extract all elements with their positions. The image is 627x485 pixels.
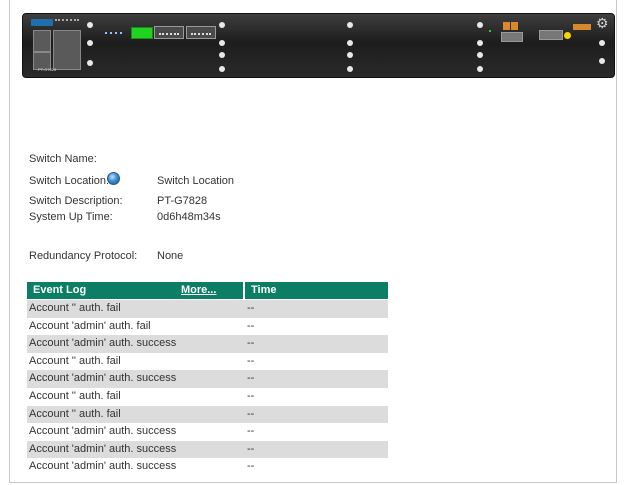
table-row: Account '' auth. fail --: [27, 388, 388, 406]
table-row: Account 'admin' auth. success --: [27, 440, 388, 459]
gear-icon[interactable]: ⚙: [596, 16, 609, 30]
switch-description-value: PT-G7828: [157, 195, 208, 207]
relay-connector: [539, 30, 563, 40]
time-cell: --: [247, 302, 255, 314]
model-label: PT-G7828: [38, 67, 57, 72]
event-cell: Account '' auth. fail: [29, 354, 121, 367]
table-row: Account 'admin' auth. success --: [27, 458, 388, 476]
more-events-link[interactable]: More...: [181, 282, 216, 299]
sfp-slot-1: [33, 30, 51, 52]
screw-icon: [219, 52, 225, 58]
screw-icon: [477, 52, 483, 58]
time-column-header: Time: [251, 284, 277, 296]
table-row: Account '' auth. fail --: [27, 405, 388, 424]
switch-name-label: Switch Name:: [29, 153, 97, 165]
event-log-rows: Account '' auth. fail -- Account 'admin'…: [27, 300, 388, 476]
status-indicator: [564, 32, 571, 39]
event-cell: Account 'admin' auth. success: [29, 337, 177, 350]
table-row: Account 'admin' auth. success --: [27, 370, 388, 388]
time-cell: --: [247, 319, 255, 332]
table-row: Account '' auth. fail --: [27, 300, 388, 318]
screw-icon: [477, 66, 483, 72]
event-cell: Account 'admin' auth. success: [29, 460, 177, 473]
globe-icon[interactable]: [107, 172, 120, 185]
led-indicator: [105, 32, 107, 34]
redundancy-protocol-value: None: [157, 250, 184, 262]
device-panel-image[interactable]: PT-G7828 ⚙: [22, 13, 615, 78]
switch-location-value: Switch Location: [157, 175, 235, 187]
panel-decoration: [55, 19, 79, 25]
screw-icon: [599, 58, 605, 64]
screw-icon: [219, 40, 225, 46]
event-cell: Account '' auth. fail: [29, 302, 121, 314]
table-row: Account 'admin' auth. success --: [27, 335, 388, 353]
time-cell: --: [247, 442, 255, 455]
screw-icon: [477, 40, 483, 46]
power-terminal: [503, 22, 510, 30]
table-row: Account 'admin' auth. success --: [27, 423, 388, 441]
time-cell: --: [247, 407, 255, 420]
time-cell: --: [247, 337, 255, 350]
time-cell: --: [247, 354, 255, 367]
led-indicator: [120, 32, 122, 34]
led-indicator: [110, 32, 112, 34]
led-indicator: [115, 32, 117, 34]
power-connector: [501, 32, 523, 42]
time-cell: --: [247, 389, 255, 402]
power-terminal: [511, 22, 518, 30]
system-up-time-value: 0d6h48m34s: [157, 211, 221, 223]
screw-icon: [347, 52, 353, 58]
led-indicator: [489, 30, 491, 32]
event-cell: Account 'admin' auth. success: [29, 372, 177, 385]
event-cell: Account 'admin' auth. success: [29, 442, 177, 455]
screw-icon: [347, 66, 353, 72]
module-slot: [53, 30, 81, 70]
event-cell: Account 'admin' auth. fail: [29, 319, 151, 332]
screw-icon: [347, 22, 353, 28]
time-cell: --: [247, 425, 255, 438]
redundancy-protocol-label: Redundancy Protocol:: [29, 250, 138, 262]
event-cell: Account '' auth. fail: [29, 389, 121, 402]
table-row: Account '' auth. fail --: [27, 353, 388, 371]
table-row: Account 'admin' auth. fail --: [27, 318, 388, 336]
screw-icon: [87, 40, 93, 46]
screw-icon: [219, 22, 225, 28]
rj45-port[interactable]: [154, 26, 184, 39]
port-active[interactable]: [131, 27, 153, 39]
event-log-header: Event Log More... Time: [27, 282, 388, 299]
switch-description-label: Switch Description:: [29, 195, 123, 207]
system-up-time-label: System Up Time:: [29, 211, 113, 223]
screw-icon: [219, 66, 225, 72]
moxa-logo: [31, 19, 53, 26]
time-cell: --: [247, 460, 255, 473]
screw-icon: [87, 22, 93, 28]
rj45-port[interactable]: [186, 26, 216, 39]
screw-icon: [599, 40, 605, 46]
screw-icon: [347, 40, 353, 46]
event-cell: Account 'admin' auth. success: [29, 425, 177, 438]
screw-icon: [477, 22, 483, 28]
event-cell: Account '' auth. fail: [29, 407, 121, 420]
switch-location-label: Switch Location:: [29, 175, 110, 187]
screw-icon: [87, 60, 93, 66]
terminal-block: [573, 24, 591, 30]
time-cell: --: [247, 372, 255, 385]
